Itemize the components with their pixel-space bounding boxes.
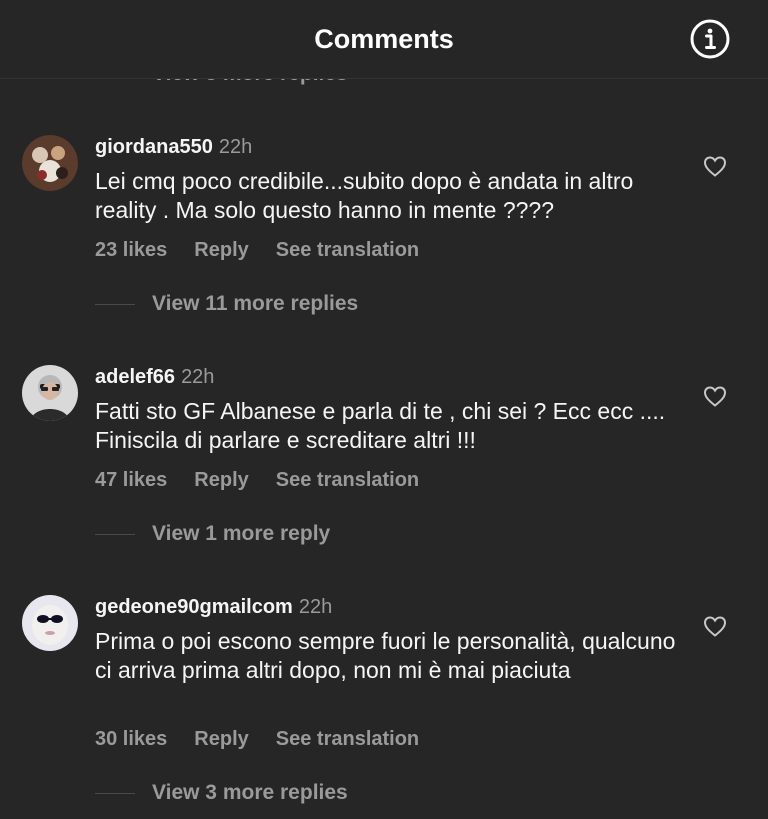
view-replies-button[interactable]: View 1 more reply bbox=[95, 522, 330, 548]
reply-button[interactable]: Reply bbox=[194, 239, 248, 261]
comment-header: adelef66 22h bbox=[95, 365, 214, 389]
see-translation-button[interactable]: See translation bbox=[276, 469, 419, 491]
avatar[interactable] bbox=[22, 135, 78, 191]
username[interactable]: giordana550 bbox=[95, 136, 213, 158]
info-icon[interactable] bbox=[690, 19, 730, 59]
see-translation-button[interactable]: See translation bbox=[276, 239, 419, 261]
divider bbox=[95, 303, 135, 305]
timestamp: 22h bbox=[181, 366, 215, 388]
view-replies-label: View 11 more replies bbox=[152, 292, 359, 315]
comments-list: View 3 more replies giordana55022h Lei c… bbox=[0, 0, 768, 819]
divider bbox=[95, 792, 135, 794]
view-replies-button[interactable]: View 11 more replies bbox=[95, 292, 358, 318]
likes-count[interactable]: 30 likes bbox=[95, 728, 167, 750]
see-translation-button[interactable]: See translation bbox=[276, 728, 419, 750]
comment-text: Fatti sto GF Albanese e parla di te , ch… bbox=[95, 398, 666, 453]
heart-icon[interactable] bbox=[703, 615, 727, 637]
reply-button[interactable]: Reply bbox=[194, 728, 248, 750]
view-replies-label: View 1 more reply bbox=[152, 522, 331, 545]
comment-actions: 30 likes Reply See translation bbox=[95, 728, 446, 751]
comment-actions: 47 likes Reply See translation bbox=[95, 469, 446, 492]
likes-count[interactable]: 47 likes bbox=[95, 469, 167, 491]
timestamp: 22h bbox=[298, 596, 333, 618]
comment-text: Prima o poi escono sempre fuori le perso… bbox=[95, 628, 676, 683]
likes-count[interactable]: 23 likes bbox=[95, 239, 167, 261]
timestamp: 22h bbox=[218, 136, 253, 158]
username[interactable]: gedeone90gmailcom bbox=[95, 596, 293, 618]
comment-actions: 23 likes Reply See translation bbox=[95, 239, 446, 262]
view-replies-button[interactable]: View 3 more replies bbox=[95, 781, 348, 807]
page-title: Comments bbox=[314, 24, 454, 54]
heart-icon[interactable] bbox=[703, 155, 727, 177]
comment-text: Lei cmq poco credibile...subito dopo è a… bbox=[95, 168, 634, 223]
comment-header: giordana550 22h bbox=[95, 135, 252, 159]
username[interactable]: adelef66 bbox=[95, 366, 175, 388]
reply-button[interactable]: Reply bbox=[194, 469, 248, 491]
view-replies-label: View 3 more replies bbox=[152, 781, 348, 804]
avatar[interactable] bbox=[22, 595, 78, 651]
avatar[interactable] bbox=[22, 365, 78, 421]
heart-icon[interactable] bbox=[703, 385, 727, 407]
header-bar: Comments bbox=[0, 0, 768, 79]
comment-header: gedeone90gmailcom 22h bbox=[95, 595, 332, 619]
divider bbox=[95, 533, 135, 535]
